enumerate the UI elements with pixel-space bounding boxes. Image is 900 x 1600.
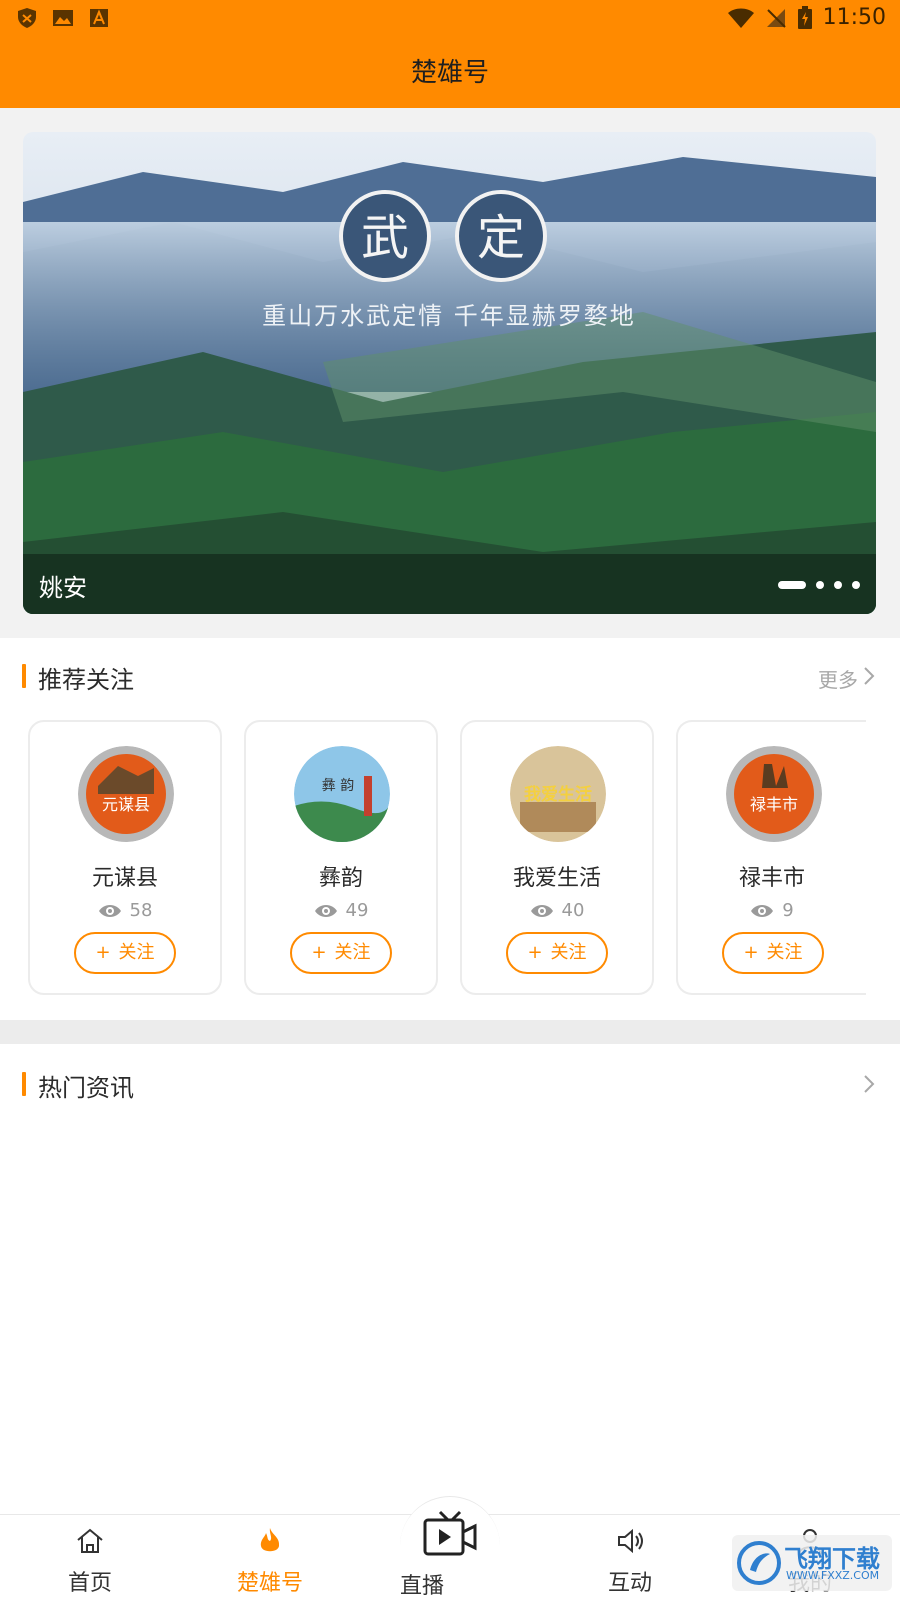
view-count-value: 40 (561, 900, 585, 921)
view-count: 40 (462, 900, 652, 921)
home-icon (77, 1528, 103, 1553)
banner-caption-bar: 姚安 (23, 554, 876, 614)
carousel-dot[interactable] (816, 581, 824, 589)
plus-icon: + (95, 942, 111, 963)
flame-icon (260, 1528, 280, 1552)
follow-label: 关注 (118, 942, 155, 963)
page-title: 楚雄号 (410, 58, 489, 88)
status-time: 11:50 (822, 5, 886, 30)
avatar: 彝 韵 (294, 746, 390, 842)
recommend-card[interactable]: 禄丰市 禄丰市 9 + 关注 (676, 720, 866, 995)
seal-wu-icon: 武 (339, 190, 431, 282)
view-count: 9 (678, 900, 866, 921)
speaker-icon (618, 1528, 643, 1554)
recommend-card[interactable]: 我爱生活 我爱生活 40 + 关注 (460, 720, 654, 995)
battery-icon (797, 5, 812, 29)
nav-label: 互动 (607, 1571, 652, 1596)
view-count: 58 (30, 900, 220, 921)
view-count-value: 9 (782, 900, 794, 921)
follow-button[interactable]: + 关注 (290, 932, 392, 974)
banner-slogan: 重山万水武定情 千年显赫罗婺地 (262, 302, 636, 330)
follow-button[interactable]: + 关注 (722, 932, 824, 974)
carousel-indicator (778, 581, 860, 589)
watermark-icon (737, 1541, 781, 1585)
seal-ding-icon: 定 (455, 190, 547, 282)
shield-icon (18, 8, 36, 28)
avatar: 禄丰市 (726, 746, 822, 842)
follow-button[interactable]: + 关注 (74, 932, 176, 974)
nav-label: 楚雄号 (236, 1571, 303, 1596)
eye-icon (98, 904, 121, 917)
follow-label: 关注 (334, 942, 371, 963)
card-name: 我爱生活 (512, 866, 601, 891)
no-signal-icon (766, 8, 786, 28)
nav-item-chuxionghao[interactable]: 楚雄号 (210, 1515, 330, 1600)
nav-label: 直播 (400, 1574, 445, 1599)
app-header: 11:50 楚雄号 (0, 0, 900, 108)
recommend-card[interactable]: 彝 韵 彝韵 49 + 关注 (244, 720, 438, 995)
chevron-right-icon[interactable] (860, 666, 878, 686)
carousel-dot[interactable] (834, 581, 842, 589)
image-icon (53, 10, 73, 26)
nav-label: 首页 (67, 1571, 112, 1596)
follow-label: 关注 (766, 942, 803, 963)
avatar: 我爱生活 (510, 746, 606, 842)
nav-item-home[interactable]: 首页 (30, 1515, 150, 1600)
eye-icon (314, 904, 337, 917)
avatar: 元谋县 (78, 746, 174, 842)
hot-news-title: 热门资讯 (38, 1074, 134, 1102)
avatar-text: 我爱生活 (524, 784, 592, 805)
carousel-dot[interactable] (778, 581, 806, 589)
watermark-logo: 飞翔下载 WWW.FXXZ.COM (732, 1535, 892, 1591)
plus-icon: + (743, 942, 759, 963)
recommend-card-list: 元谋县 元谋县 58 + 关注 彝 韵 彝韵 49 + 关注 我爱生活 我爱生活… (0, 718, 900, 998)
avatar-text: 彝 韵 (322, 778, 354, 794)
eye-icon (751, 904, 774, 917)
nav-item-interact[interactable]: 互动 (570, 1515, 690, 1600)
plus-icon: + (311, 942, 327, 963)
banner-seal-2: 定 (477, 210, 525, 266)
banner-carousel[interactable]: 武 定 重山万水武定情 千年显赫罗婺地 姚安 (23, 132, 876, 614)
plus-icon: + (527, 942, 543, 963)
card-name: 彝韵 (318, 866, 363, 891)
section-accent-bar (22, 1072, 26, 1096)
banner-section: 武 定 重山万水武定情 千年显赫罗婺地 姚安 (0, 108, 900, 638)
banner-caption: 姚安 (39, 574, 87, 602)
eye-icon (530, 904, 553, 917)
carousel-dot[interactable] (852, 581, 860, 589)
view-count-value: 49 (345, 900, 369, 921)
recommend-card[interactable]: 元谋县 元谋县 58 + 关注 (28, 720, 222, 995)
card-name: 禄丰市 (738, 866, 805, 891)
banner-landscape-image: 武 定 重山万水武定情 千年显赫罗婺地 (23, 132, 876, 614)
watermark-sub: WWW.FXXZ.COM (786, 1569, 880, 1582)
nav-item-live[interactable]: 直播 (400, 1496, 500, 1600)
hot-news-section-header[interactable]: 热门资讯 (0, 1050, 900, 1110)
chevron-right-icon[interactable] (860, 1074, 878, 1094)
avatar-text: 禄丰市 (750, 795, 798, 814)
more-link[interactable]: 更多 (818, 664, 858, 693)
recommend-title: 推荐关注 (38, 666, 134, 694)
view-count: 49 (246, 900, 436, 921)
card-name: 元谋县 (91, 866, 158, 891)
tv-play-icon (423, 1510, 477, 1556)
page: 11:50 楚雄号 武 定 重山万水武定情 千年显赫罗婺地 姚安 推荐关注 更多… (0, 0, 900, 1600)
section-divider (0, 1020, 900, 1044)
wifi-icon (727, 8, 754, 28)
status-bar: 11:50 (0, 0, 900, 36)
follow-label: 关注 (550, 942, 587, 963)
view-count-value: 58 (129, 900, 153, 921)
banner-seal-1: 武 (361, 210, 409, 266)
section-accent-bar (22, 664, 26, 688)
font-a-icon (90, 9, 108, 27)
recommend-section-header: 推荐关注 更多 (0, 642, 900, 702)
avatar-text: 元谋县 (102, 795, 150, 814)
follow-button[interactable]: + 关注 (506, 932, 608, 974)
